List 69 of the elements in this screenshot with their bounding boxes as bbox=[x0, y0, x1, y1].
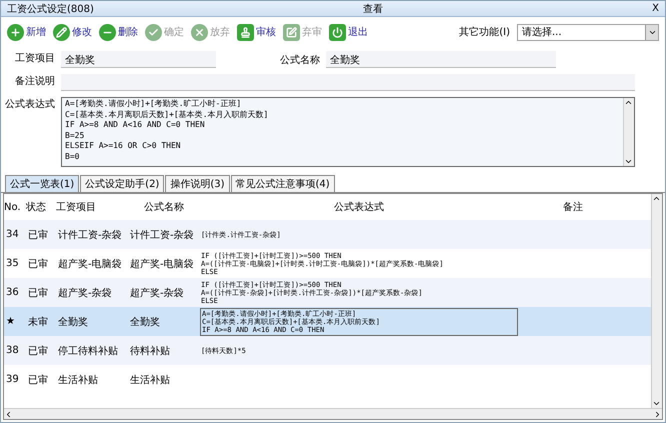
edit-icon bbox=[283, 24, 300, 40]
table-cell-text: 超产奖-杂袋 bbox=[129, 286, 185, 300]
table-cell-text: 已审 bbox=[27, 344, 49, 358]
table-cell-text: 计件工资-杂袋 bbox=[57, 228, 123, 242]
table-cell-text: 待料补贴 bbox=[129, 344, 171, 358]
tab[interactable]: 公式设定助手(2) bbox=[80, 175, 164, 192]
tab[interactable]: 常见公式注意事项(4) bbox=[230, 175, 335, 192]
check-icon bbox=[145, 24, 162, 40]
minus-icon bbox=[99, 24, 116, 40]
toolbar-button[interactable]: 退出 bbox=[329, 24, 368, 40]
scroll-up-icon[interactable] bbox=[652, 194, 661, 203]
column-header: 备注 bbox=[562, 200, 584, 214]
table-cell-text: 全勤奖 bbox=[57, 316, 89, 328]
field-label: 公式表达式 bbox=[4, 98, 56, 111]
table-cell-text: 生活补贴 bbox=[57, 374, 99, 386]
field-label: 备注说明 bbox=[14, 74, 56, 89]
tab[interactable]: 公式一览表(1) bbox=[5, 175, 80, 192]
column-header: 公式表达式 bbox=[333, 200, 385, 214]
column-header: 公式名称 bbox=[143, 200, 185, 214]
other-functions-label: 其它功能(I) bbox=[459, 26, 510, 39]
toolbar-button[interactable]: 审核 bbox=[237, 24, 276, 40]
table-cell-text: 已审 bbox=[27, 228, 49, 242]
table-cell-text: 计件工资-杂袋 bbox=[129, 228, 195, 242]
pencil-icon bbox=[53, 24, 70, 40]
close-button[interactable]: X bbox=[652, 3, 659, 14]
scrollbar[interactable] bbox=[623, 98, 634, 166]
column-header: 工资项目 bbox=[56, 201, 97, 214]
scrollbar[interactable] bbox=[651, 194, 662, 408]
field-label: 工资项目 bbox=[14, 52, 56, 66]
field-label: 公式名称 bbox=[279, 54, 321, 66]
scrollbar[interactable] bbox=[4, 408, 662, 419]
formula-name-field[interactable]: 全勤奖 bbox=[326, 51, 556, 68]
row-number: 39 bbox=[5, 374, 20, 385]
function-dropdown[interactable]: 请选择... bbox=[517, 24, 659, 40]
table-cell-text: 生活补贴 bbox=[129, 374, 171, 386]
table-cell-text: 超产奖-杂袋 bbox=[57, 286, 113, 300]
scroll-right-icon[interactable] bbox=[653, 410, 662, 418]
row-number: ★ bbox=[5, 316, 16, 327]
column-header: 状态 bbox=[26, 200, 47, 214]
scroll-down-icon[interactable] bbox=[652, 399, 661, 408]
column-header: No. bbox=[4, 202, 22, 212]
row-number: 35 bbox=[5, 258, 20, 269]
table-cell-text: 停工待料补贴 bbox=[57, 344, 119, 358]
tab[interactable]: 操作说明(3) bbox=[165, 175, 230, 192]
window-title: 工资公式设定(808) bbox=[7, 2, 94, 16]
table-cell-text: 已审 bbox=[27, 258, 49, 270]
scroll-down-icon[interactable] bbox=[624, 157, 633, 166]
table-cell-text: 未审 bbox=[27, 316, 49, 328]
toolbar-button[interactable]: 删除 bbox=[99, 24, 138, 40]
table-cell-text: 超产奖-电脑袋 bbox=[57, 258, 123, 270]
power-icon bbox=[329, 24, 346, 40]
row-number: 38 bbox=[5, 345, 20, 356]
scroll-up-icon[interactable] bbox=[624, 98, 633, 107]
stamp-icon bbox=[237, 24, 254, 40]
expression-field[interactable]: A=[考勤类.请假小时]+[考勤类.旷工小时-正班] C=[基本类.本月离职后天数]+[基本类.本月入职前天数] IF A>=8 AND A<16 AND C=0 THEN B=25 ELSEIF A>=16 OR C>0 THEN B=0 bbox=[61, 97, 635, 167]
table-cell-text: 超产奖-电脑袋 bbox=[129, 258, 195, 270]
table-cell-text: 已审 bbox=[27, 286, 49, 300]
salary-item-field[interactable]: 全勤奖 bbox=[61, 51, 216, 68]
close-icon bbox=[191, 24, 208, 40]
table-cell-text: 已审 bbox=[27, 374, 49, 386]
plus-icon bbox=[7, 24, 24, 40]
row-number: 36 bbox=[5, 287, 20, 298]
toolbar-button[interactable]: 新增 bbox=[7, 24, 46, 40]
remark-field[interactable] bbox=[61, 74, 635, 91]
scroll-left-icon[interactable] bbox=[4, 410, 13, 418]
row-number: 34 bbox=[5, 229, 20, 240]
mode-label: 查看 bbox=[363, 2, 384, 16]
table-cell-text: 全勤奖 bbox=[129, 316, 161, 328]
toolbar-button[interactable]: 修改 bbox=[53, 24, 92, 40]
